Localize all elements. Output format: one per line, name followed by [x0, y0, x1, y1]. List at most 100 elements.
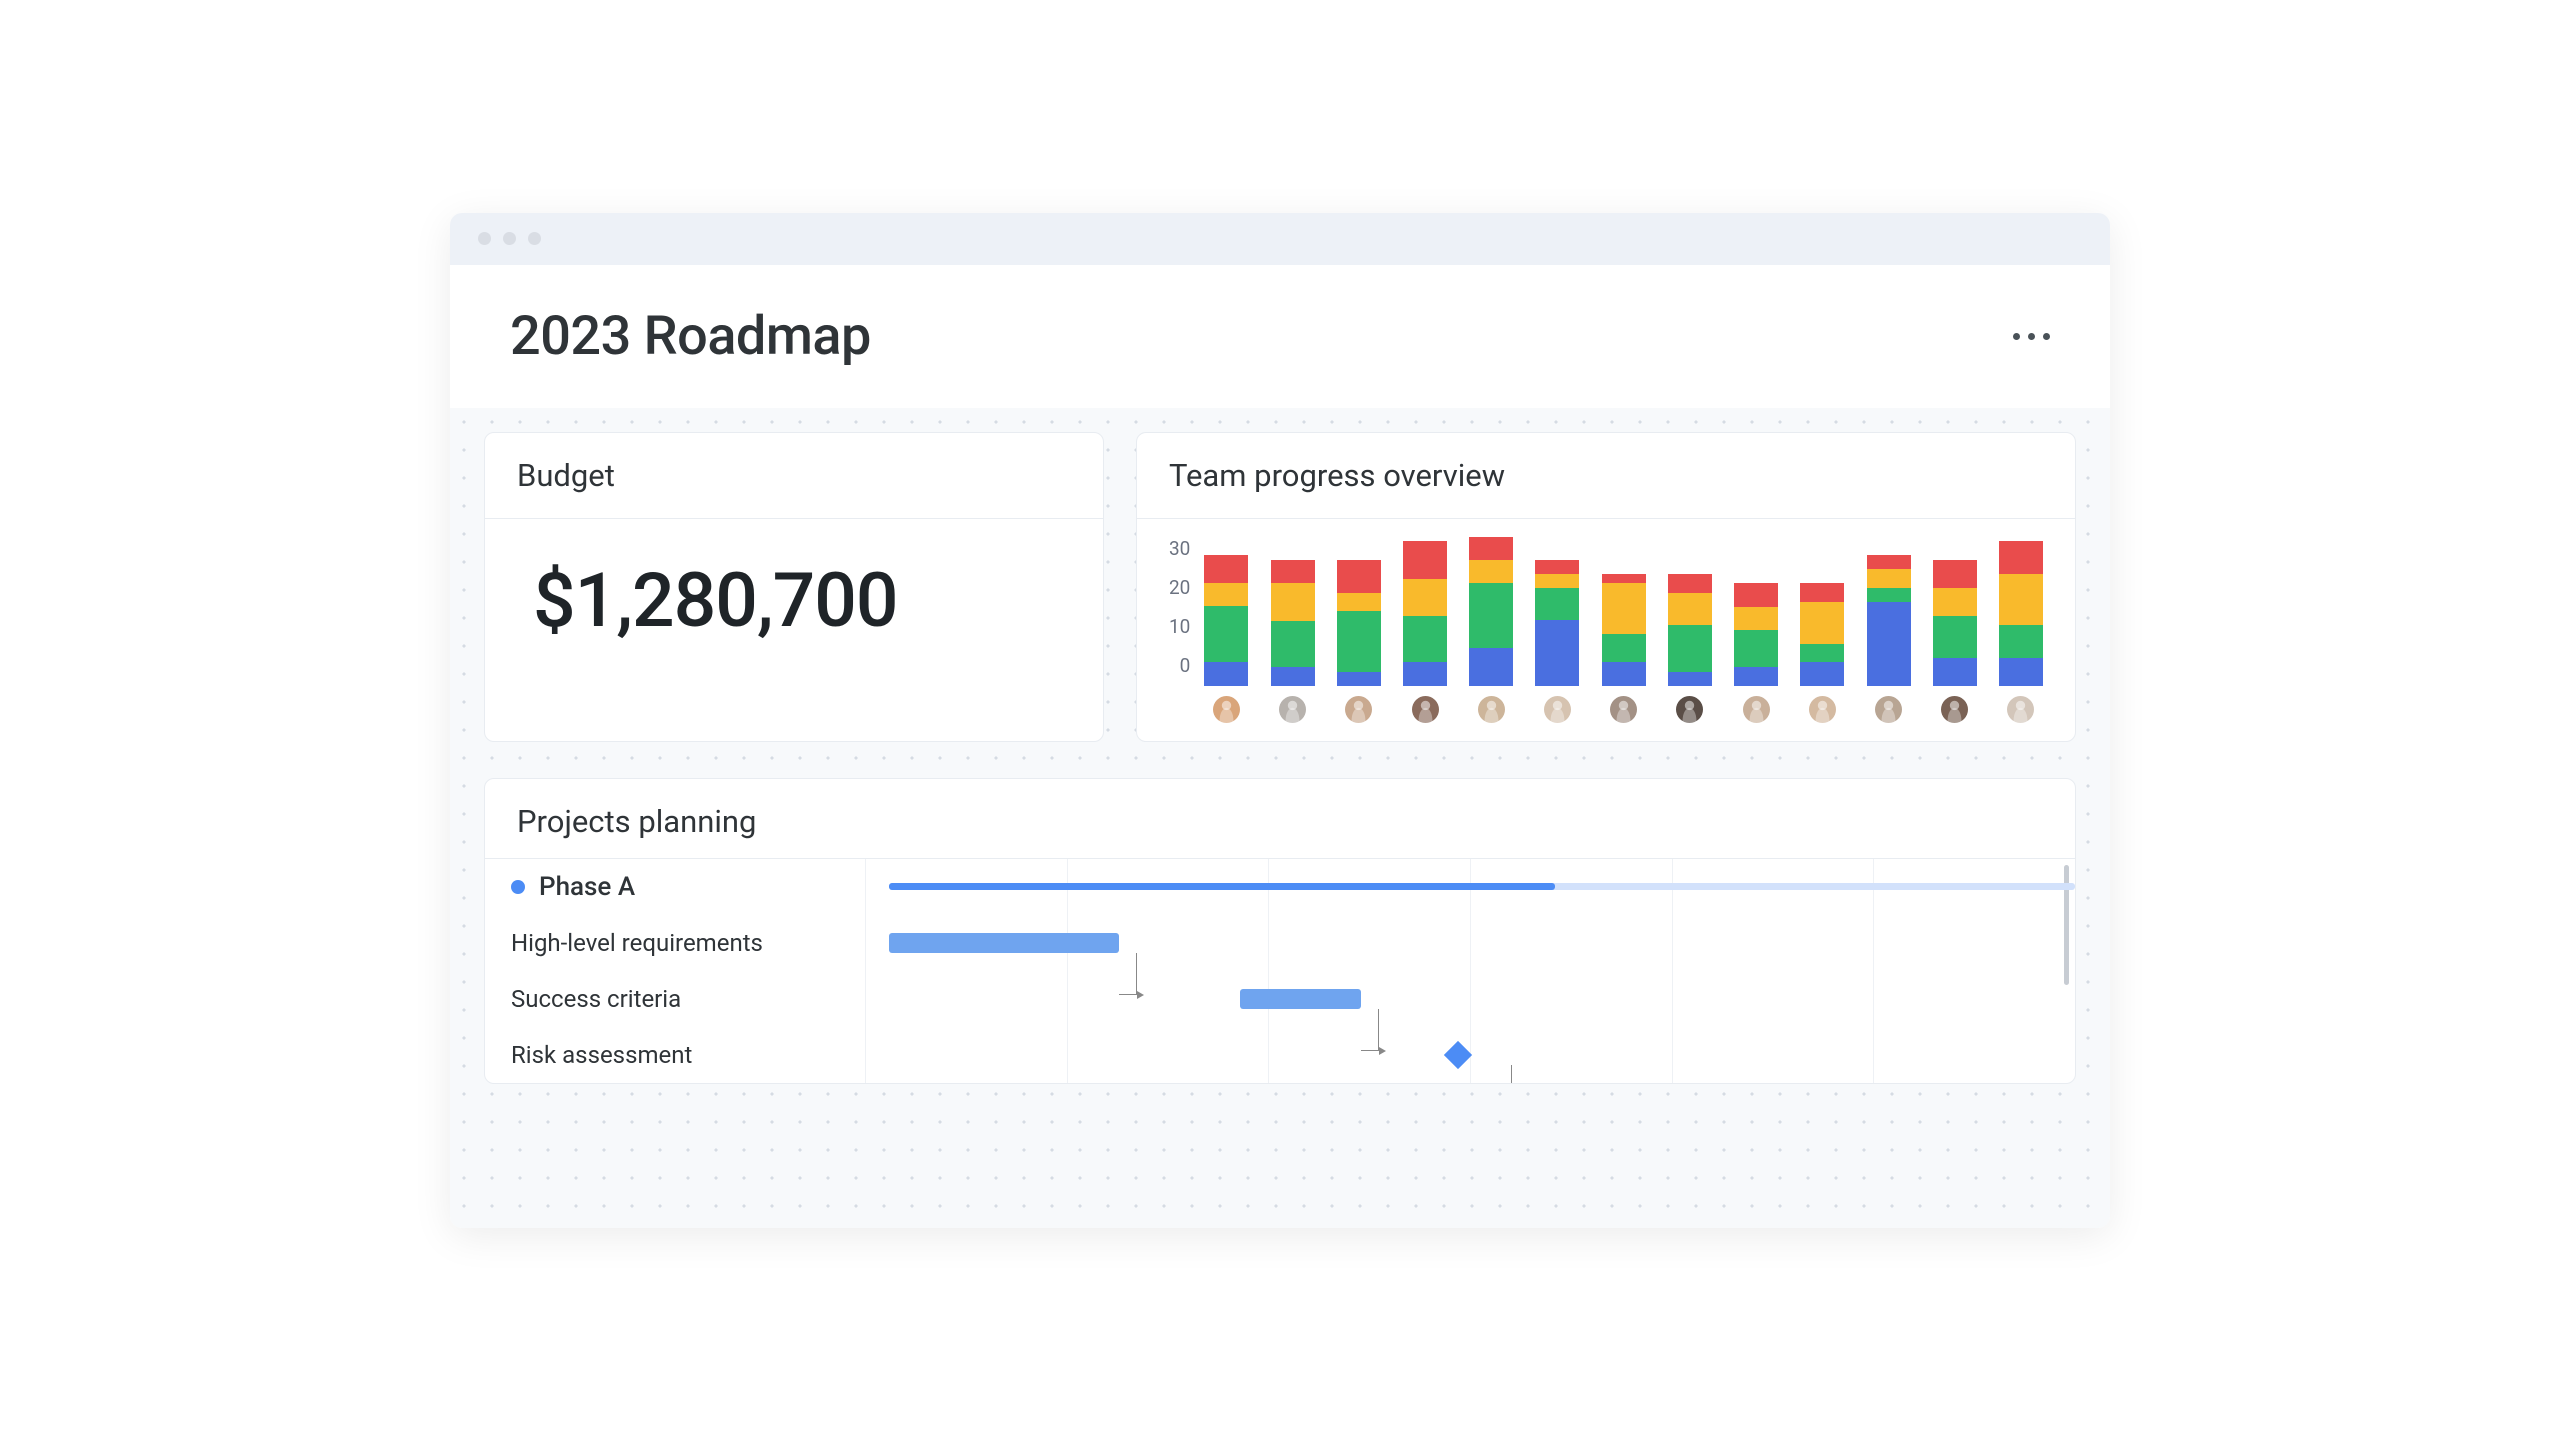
- bar-segment: [1668, 593, 1712, 626]
- bar-segment: [1469, 648, 1513, 685]
- bar-segment: [1668, 625, 1712, 672]
- chart-bar[interactable]: [1403, 541, 1447, 686]
- avatar[interactable]: [1279, 696, 1306, 723]
- bar-segment: [1204, 662, 1248, 685]
- avatar[interactable]: [1610, 696, 1637, 723]
- chart-bar[interactable]: [1271, 560, 1315, 686]
- chart-bar[interactable]: [1668, 574, 1712, 686]
- gantt-task-row: [865, 971, 2075, 1027]
- chart-bar[interactable]: [1469, 537, 1513, 686]
- milestone-icon[interactable]: [1444, 1041, 1472, 1069]
- avatar[interactable]: [1809, 696, 1836, 723]
- planning-title: Projects planning: [517, 803, 2043, 840]
- budget-card-header: Budget: [485, 433, 1103, 519]
- gantt-chart: Phase A High-level requirements Success …: [485, 858, 2075, 1083]
- page-header: 2023 Roadmap: [450, 265, 2110, 408]
- team-progress-card[interactable]: Team progress overview 30 20 10 0: [1136, 432, 2076, 742]
- bar-segment: [1734, 667, 1778, 686]
- projects-planning-card[interactable]: Projects planning Phase A High-level req…: [484, 778, 2076, 1084]
- avatar[interactable]: [1676, 696, 1703, 723]
- progress-chart: 30 20 10 0: [1137, 519, 2075, 741]
- avatar[interactable]: [1743, 696, 1770, 723]
- bar-segment: [1668, 574, 1712, 593]
- task-bar[interactable]: [1240, 989, 1361, 1009]
- bar-segment: [1271, 583, 1315, 620]
- bar-segment: [1800, 644, 1844, 663]
- y-tick: 30: [1169, 537, 1190, 560]
- bar-segment: [1734, 630, 1778, 667]
- bar-segment: [1271, 667, 1315, 686]
- budget-title: Budget: [517, 457, 1071, 494]
- window-maximize-icon[interactable]: [528, 232, 541, 245]
- bar-segment: [1668, 672, 1712, 686]
- bar-segment: [1337, 593, 1381, 612]
- chart-bar[interactable]: [1204, 555, 1248, 686]
- window-close-icon[interactable]: [478, 232, 491, 245]
- avatar[interactable]: [1412, 696, 1439, 723]
- chart-bar[interactable]: [1999, 541, 2043, 686]
- chart-y-axis: 30 20 10 0: [1169, 537, 1204, 677]
- y-tick: 0: [1180, 654, 1191, 677]
- bar-segment: [1933, 658, 1977, 686]
- chart-bar[interactable]: [1800, 583, 1844, 686]
- bar-segment: [1271, 621, 1315, 668]
- phase-name: Phase A: [539, 872, 635, 902]
- avatar[interactable]: [2007, 696, 2034, 723]
- bar-segment: [1800, 602, 1844, 644]
- window-minimize-icon[interactable]: [503, 232, 516, 245]
- avatar[interactable]: [1875, 696, 1902, 723]
- chart-bars: [1204, 537, 2043, 686]
- task-row-label[interactable]: Risk assessment: [485, 1027, 865, 1083]
- progress-title: Team progress overview: [1169, 457, 2043, 494]
- task-row-label[interactable]: High-level requirements: [485, 915, 865, 971]
- phase-bar-progress[interactable]: [889, 883, 1555, 890]
- page-title: 2023 Roadmap: [510, 305, 871, 368]
- chart-avatars: [1204, 696, 2043, 723]
- bar-segment: [1867, 555, 1911, 569]
- gantt-task-row: [865, 915, 2075, 971]
- task-row-label[interactable]: Success criteria: [485, 971, 865, 1027]
- task-bar[interactable]: [889, 933, 1119, 953]
- phase-row-label[interactable]: Phase A: [485, 859, 865, 915]
- bar-segment: [1535, 620, 1579, 685]
- bar-segment: [1271, 560, 1315, 583]
- chart-bar[interactable]: [1933, 560, 1977, 686]
- more-options-button[interactable]: [2013, 333, 2050, 340]
- bar-segment: [1734, 583, 1778, 606]
- bar-segment: [1933, 588, 1977, 616]
- avatar[interactable]: [1478, 696, 1505, 723]
- chart-bar[interactable]: [1867, 555, 1911, 686]
- bar-segment: [1999, 625, 2043, 658]
- budget-card[interactable]: Budget $1,280,700: [484, 432, 1104, 742]
- bar-segment: [1337, 611, 1381, 672]
- y-tick: 20: [1169, 576, 1190, 599]
- chart-bar[interactable]: [1602, 574, 1646, 686]
- avatar[interactable]: [1544, 696, 1571, 723]
- chart-bar[interactable]: [1337, 560, 1381, 686]
- bar-segment: [1734, 607, 1778, 630]
- planning-header: Projects planning: [485, 779, 2075, 858]
- avatar[interactable]: [1213, 696, 1240, 723]
- bar-segment: [1933, 560, 1977, 588]
- avatar[interactable]: [1941, 696, 1968, 723]
- bar-segment: [1602, 583, 1646, 634]
- bar-segment: [1337, 672, 1381, 686]
- chart-bar[interactable]: [1734, 583, 1778, 686]
- bar-segment: [1204, 583, 1248, 606]
- bar-segment: [1469, 537, 1513, 560]
- bar-segment: [1204, 555, 1248, 583]
- gantt-task-row: [865, 1027, 2075, 1083]
- dashboard-content: Budget $1,280,700 Team progress overview…: [450, 408, 2110, 1228]
- bar-segment: [1337, 560, 1381, 593]
- avatar[interactable]: [1345, 696, 1372, 723]
- bar-segment: [1403, 616, 1447, 663]
- bar-segment: [1403, 541, 1447, 578]
- chart-bar[interactable]: [1535, 560, 1579, 686]
- bar-segment: [1867, 602, 1911, 686]
- bar-segment: [1204, 606, 1248, 662]
- gantt-timeline: [865, 858, 2075, 1083]
- window-titlebar: [450, 213, 2110, 265]
- bar-segment: [1469, 560, 1513, 583]
- app-window: 2023 Roadmap Budget $1,280,700 Team prog…: [450, 213, 2110, 1228]
- bar-segment: [1602, 634, 1646, 662]
